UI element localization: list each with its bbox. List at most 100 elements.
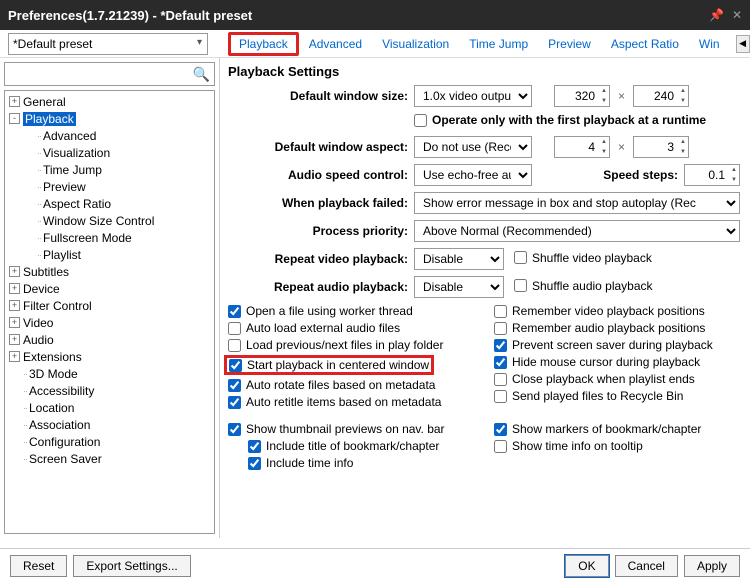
checkbox-label[interactable]: Show time info on tooltip: [512, 439, 643, 453]
process-priority-select[interactable]: Above Normal (Recommended): [414, 220, 740, 242]
tree-item-subtitles[interactable]: +Subtitles: [5, 263, 214, 280]
tree-item-audio[interactable]: +Audio: [5, 331, 214, 348]
checkbox[interactable]: [494, 322, 507, 335]
checkbox-label[interactable]: Start playback in centered window: [247, 358, 429, 372]
height-up[interactable]: ▲: [678, 86, 688, 96]
checkbox[interactable]: [494, 305, 507, 318]
checkbox-label[interactable]: Include title of bookmark/chapter: [266, 439, 439, 453]
shuffle-audio-checkbox[interactable]: [514, 279, 527, 292]
expand-icon[interactable]: +: [9, 351, 20, 362]
tab-scroll: ◀ ▶: [736, 35, 750, 53]
expand-icon[interactable]: +: [9, 283, 20, 294]
checkbox[interactable]: [228, 379, 241, 392]
tree-item-aspect-ratio[interactable]: ··Aspect Ratio: [5, 195, 214, 212]
tab-advanced[interactable]: Advanced: [299, 33, 372, 55]
checkbox-label[interactable]: Load previous/next files in play folder: [246, 338, 443, 352]
tab-visualization[interactable]: Visualization: [372, 33, 459, 55]
tree-item-advanced[interactable]: ··Advanced: [5, 127, 214, 144]
cancel-button[interactable]: Cancel: [615, 555, 678, 577]
checkbox[interactable]: [494, 390, 507, 403]
apply-button[interactable]: Apply: [684, 555, 740, 577]
tree-item-time-jump[interactable]: ··Time Jump: [5, 161, 214, 178]
checkbox-label[interactable]: Close playback when playlist ends: [512, 372, 695, 386]
checkbox[interactable]: [494, 373, 507, 386]
checkbox-label[interactable]: Auto rotate files based on metadata: [246, 378, 435, 392]
checkbox[interactable]: [228, 396, 241, 409]
checkbox[interactable]: [494, 440, 507, 453]
tab-time-jump[interactable]: Time Jump: [459, 33, 538, 55]
checkbox[interactable]: [494, 356, 507, 369]
tab-win[interactable]: Win: [689, 33, 730, 55]
checkbox-label[interactable]: Auto load external audio files: [246, 321, 400, 335]
export-settings-button[interactable]: Export Settings...: [73, 555, 190, 577]
search-input[interactable]: [5, 63, 214, 85]
close-icon[interactable]: ✕: [732, 8, 742, 22]
audio-speed-select[interactable]: Use echo-free aud: [414, 164, 532, 186]
tree-item-video[interactable]: +Video: [5, 314, 214, 331]
tree-item-fullscreen-mode[interactable]: ··Fullscreen Mode: [5, 229, 214, 246]
expand-icon[interactable]: +: [9, 300, 20, 311]
tab-playback[interactable]: Playback: [228, 32, 299, 56]
tree-item-playback[interactable]: -Playback: [5, 110, 214, 127]
pin-icon[interactable]: 📌: [709, 8, 724, 22]
height-down[interactable]: ▼: [678, 96, 688, 106]
tree-item-3d-mode[interactable]: ··3D Mode: [5, 365, 214, 382]
checkbox-label[interactable]: Prevent screen saver during playback: [512, 338, 713, 352]
checkbox[interactable]: [228, 322, 241, 335]
tree-item-screen-saver[interactable]: ··Screen Saver: [5, 450, 214, 467]
repeat-video-select[interactable]: Disable: [414, 248, 504, 270]
reset-button[interactable]: Reset: [10, 555, 67, 577]
shuffle-audio-label[interactable]: Shuffle audio playback: [532, 279, 653, 293]
tree-item-preview[interactable]: ··Preview: [5, 178, 214, 195]
tree-item-association[interactable]: ··Association: [5, 416, 214, 433]
tab-prev-button[interactable]: ◀: [736, 35, 750, 53]
tree-item-device[interactable]: +Device: [5, 280, 214, 297]
checkbox-label[interactable]: Auto retitle items based on metadata: [246, 395, 441, 409]
tree-item-configuration[interactable]: ··Configuration: [5, 433, 214, 450]
collapse-icon[interactable]: -: [9, 113, 20, 124]
shuffle-video-label[interactable]: Shuffle video playback: [532, 251, 652, 265]
checkbox[interactable]: [228, 423, 241, 436]
tree-item-visualization[interactable]: ··Visualization: [5, 144, 214, 161]
checkbox-label[interactable]: Show markers of bookmark/chapter: [512, 422, 701, 436]
tree-item-accessibility[interactable]: ··Accessibility: [5, 382, 214, 399]
checkbox[interactable]: [494, 423, 507, 436]
operate-only-checkbox[interactable]: [414, 114, 427, 127]
tree-item-playlist[interactable]: ··Playlist: [5, 246, 214, 263]
expand-icon[interactable]: +: [9, 317, 20, 328]
tab-preview[interactable]: Preview: [538, 33, 601, 55]
tree-item-extensions[interactable]: +Extensions: [5, 348, 214, 365]
checkbox-label[interactable]: Include time info: [266, 456, 353, 470]
expand-icon[interactable]: +: [9, 96, 20, 107]
search-icon[interactable]: 🔍: [193, 66, 210, 83]
tab-aspect-ratio[interactable]: Aspect Ratio: [601, 33, 689, 55]
checkbox-label[interactable]: Open a file using worker thread: [246, 304, 413, 318]
checkbox-label[interactable]: Remember audio playback positions: [512, 321, 705, 335]
operate-only-label[interactable]: Operate only with the first playback at …: [432, 113, 706, 127]
checkbox[interactable]: [248, 457, 261, 470]
width-up[interactable]: ▲: [599, 86, 609, 96]
when-failed-select[interactable]: Show error message in box and stop autop…: [414, 192, 740, 214]
checkbox-label[interactable]: Hide mouse cursor during playback: [512, 355, 700, 369]
tree-item-location[interactable]: ··Location: [5, 399, 214, 416]
tree-item-filter-control[interactable]: +Filter Control: [5, 297, 214, 314]
default-window-size-select[interactable]: 1.0x video output: [414, 85, 532, 107]
checkbox[interactable]: [248, 440, 261, 453]
tree-item-general[interactable]: +General: [5, 93, 214, 110]
ok-button[interactable]: OK: [565, 555, 608, 577]
checkbox-label[interactable]: Remember video playback positions: [512, 304, 705, 318]
repeat-audio-select[interactable]: Disable: [414, 276, 504, 298]
checkbox[interactable]: [228, 305, 241, 318]
checkbox[interactable]: [229, 359, 242, 372]
expand-icon[interactable]: +: [9, 266, 20, 277]
checkbox-label[interactable]: Send played files to Recycle Bin: [512, 389, 683, 403]
window-aspect-select[interactable]: Do not use (Recom: [414, 136, 532, 158]
width-down[interactable]: ▼: [599, 96, 609, 106]
checkbox[interactable]: [494, 339, 507, 352]
tree-item-window-size-control[interactable]: ··Window Size Control: [5, 212, 214, 229]
checkbox[interactable]: [228, 339, 241, 352]
checkbox-label[interactable]: Show thumbnail previews on nav. bar: [246, 422, 445, 436]
expand-icon[interactable]: +: [9, 334, 20, 345]
shuffle-video-checkbox[interactable]: [514, 251, 527, 264]
preset-select[interactable]: [8, 33, 208, 55]
